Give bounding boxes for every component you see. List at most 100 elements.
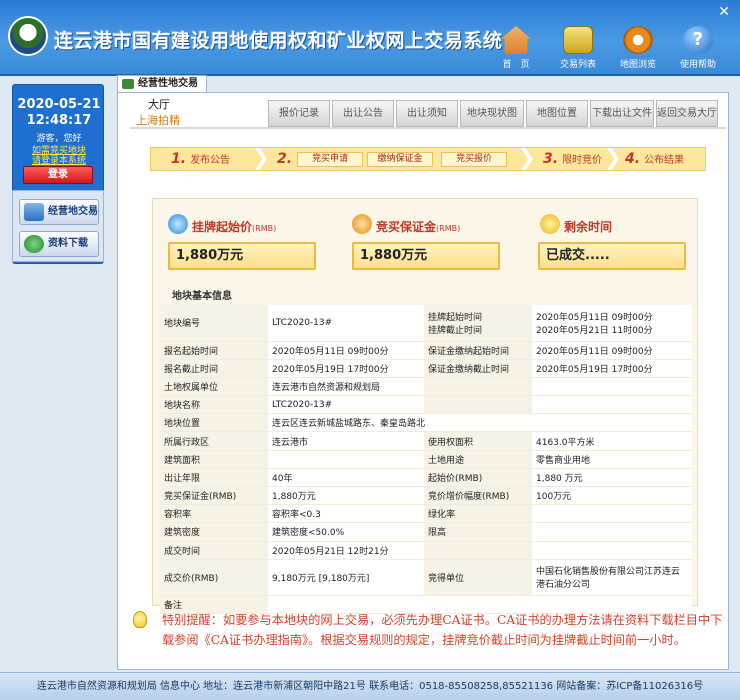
row-label: 起始价(RMB) xyxy=(424,468,532,488)
row-label: 限高 xyxy=(424,522,532,542)
divider xyxy=(130,127,726,129)
row-label: 成交时间 xyxy=(160,541,268,560)
table-row: 土地权属单位 连云港市自然资源和规划局 xyxy=(160,377,692,397)
nav-home-button[interactable]: 首 页 xyxy=(488,26,544,70)
system-title: 连云港市国有建设用地使用权和矿业权网上交易系统 xyxy=(54,30,503,52)
deposit-title: 竞买保证金 xyxy=(376,220,437,234)
row-value: 2020年05月11日 09时00分 2020年05月21日 11时00分 xyxy=(532,305,692,342)
apply-bid-button[interactable]: 竞买申请 xyxy=(297,152,363,167)
step-label: 限时竞价 xyxy=(562,155,603,166)
row-label: 地块位置 xyxy=(160,413,268,433)
step-3: 3. 限时竞价 xyxy=(543,148,602,170)
subtab-status-map[interactable]: 地块现状图 xyxy=(460,100,524,127)
deposit-label: 竞买保证金(RMB) xyxy=(376,218,460,235)
land-info-table: 地块编号 LTC2020-13# 挂牌起始时间 挂牌截止时间 2020年05月11… xyxy=(160,305,692,614)
row-value: 建筑密度<50.0% xyxy=(268,522,424,542)
row-label: 土地权属单位 xyxy=(160,377,268,397)
row-value: 2020年05月21日 12时21分 xyxy=(268,541,424,560)
end-time-value: 2020年05月21日 11时00分 xyxy=(536,325,653,336)
table-row: 报名起始时间 2020年05月11日 09时00分 保证金缴纳起始时间 2020年05… xyxy=(160,341,692,360)
step-num: 2. xyxy=(277,151,293,167)
current-date: 2020-05-21 xyxy=(17,97,101,112)
row-value: 2020年05月19日 17时00分 xyxy=(268,359,424,378)
row-label: 所属行政区 xyxy=(160,431,268,451)
deposit-unit: (RMB) xyxy=(436,224,461,233)
hall-subtitle: 上海拍精 xyxy=(136,114,180,127)
land-icon xyxy=(24,203,44,221)
row-value: 4163.0平方米 xyxy=(532,431,692,451)
row-label xyxy=(424,377,532,397)
row-value xyxy=(532,377,692,397)
row-label: 地块名称 xyxy=(160,395,268,415)
row-label: 成交价(RMB) xyxy=(160,559,268,596)
row-value: 连云港市自然资源和规划局 xyxy=(268,377,424,397)
tab-label: 经营性地交易 xyxy=(138,78,198,89)
subtab-announcement[interactable]: 出让公告 xyxy=(332,100,394,127)
row-label: 建筑密度 xyxy=(160,522,268,542)
row-value: 2020年05月11日 09时00分 xyxy=(532,341,692,360)
subtab-download-docs[interactable]: 下载出让文件 xyxy=(590,100,654,127)
table-row: 成交价(RMB) 9,180万元 [9,180万元] 竞得单位 中国石化销售股份… xyxy=(160,559,692,596)
hall-title: 大厅 xyxy=(148,98,170,111)
list-icon xyxy=(563,26,593,54)
remain-value: 已成交..... xyxy=(538,242,686,270)
notice-text: 如要参与本地块的网上交易，必须先办理CA证书。CA证书的办理方法请在资料下载栏目… xyxy=(162,613,723,647)
login-button[interactable]: 登录 xyxy=(23,166,93,184)
submit-bid-button[interactable]: 竞买报价 xyxy=(441,152,507,167)
section-title: 地块基本信息 xyxy=(172,291,232,302)
start-time-label: 挂牌起始时间 xyxy=(428,312,483,323)
nav-list-label: 交易列表 xyxy=(559,60,596,70)
row-value: 2020年05月19日 17时00分 xyxy=(532,359,692,378)
subtab-bid-record[interactable]: 报价记录 xyxy=(268,100,330,127)
close-icon[interactable]: ✕ xyxy=(718,4,730,20)
row-value: 2020年05月11日 09时00分 xyxy=(268,341,424,360)
row-value xyxy=(268,450,424,469)
row-value xyxy=(532,522,692,542)
special-notice: 特别提醒：如要参与本地块的网上交易，必须先办理CA证书。CA证书的办理方法请在资… xyxy=(162,611,728,650)
nav-help-label: 使用帮助 xyxy=(679,60,716,70)
nav-help-button[interactable]: ? 使用帮助 xyxy=(670,26,726,70)
row-label xyxy=(424,395,532,415)
start-time-value: 2020年05月11日 09时00分 xyxy=(536,312,653,323)
step-1: 1. 发布公告 xyxy=(171,148,230,170)
nav-list-button[interactable]: 交易列表 xyxy=(550,26,606,70)
step-label: 发布公告 xyxy=(190,155,231,166)
row-value: 容积率<0.3 xyxy=(268,504,424,524)
bid-link-line2[interactable]: 请登录本系统 xyxy=(13,153,105,166)
table-row: 所属行政区 连云港市 使用权面积 4163.0平方米 xyxy=(160,431,692,451)
start-price-title: 挂牌起始价 xyxy=(192,220,253,234)
row-label: 竞价增价幅度(RMB) xyxy=(424,486,532,506)
step-num: 3. xyxy=(543,151,559,167)
side-item-download[interactable]: 资料下载 xyxy=(19,231,99,257)
row-label: 容积率 xyxy=(160,504,268,524)
subtab-map-location[interactable]: 地图位置 xyxy=(526,100,588,127)
side-menu: 经营地交易 资料下载 xyxy=(12,190,104,262)
pay-deposit-button[interactable]: 缴纳保证金 xyxy=(367,152,433,167)
notice-prefix: 特别提醒： xyxy=(162,613,223,627)
nav-map-label: 地图浏览 xyxy=(619,60,656,70)
table-row: 容积率 容积率<0.3 绿化率 xyxy=(160,504,692,524)
step-label: 公布结果 xyxy=(644,155,685,166)
tab-land-trade[interactable]: 经营性地交易 xyxy=(117,75,207,93)
row-value: 连云港市 xyxy=(268,431,424,451)
step-arrow xyxy=(521,148,533,170)
row-value: 9,180万元 [9,180万元] xyxy=(268,559,424,596)
subtab-back-hall[interactable]: 返回交易大厅 xyxy=(656,100,718,127)
current-time: 12:48:17 xyxy=(26,113,92,128)
logo-icon xyxy=(8,16,48,56)
row-label: 竞买保证金(RMB) xyxy=(160,486,268,506)
row-value: LTC2020-13# xyxy=(268,305,424,342)
row-label: 土地用途 xyxy=(424,450,532,469)
row-value: 零售商业用地 xyxy=(532,450,692,469)
side-item-land-trade[interactable]: 经营地交易 xyxy=(19,199,99,225)
nav-map-button[interactable]: 地图浏览 xyxy=(610,26,666,70)
row-label: 报名起始时间 xyxy=(160,341,268,360)
winner-line1: 中国石化销售股份有限公司江苏连云 xyxy=(536,567,681,578)
table-row: 地块编号 LTC2020-13# 挂牌起始时间 挂牌截止时间 2020年05月11… xyxy=(160,305,692,342)
row-label: 地块编号 xyxy=(160,305,268,342)
table-row: 地块名称 LTC2020-13# xyxy=(160,395,692,415)
subtab-notice[interactable]: 出让须知 xyxy=(396,100,458,127)
remain-label: 剩余时间 xyxy=(564,220,613,234)
row-value: 100万元 xyxy=(532,486,692,506)
table-row: 报名截止时间 2020年05月19日 17时00分 保证金缴纳截止时间 2020年05… xyxy=(160,359,692,378)
